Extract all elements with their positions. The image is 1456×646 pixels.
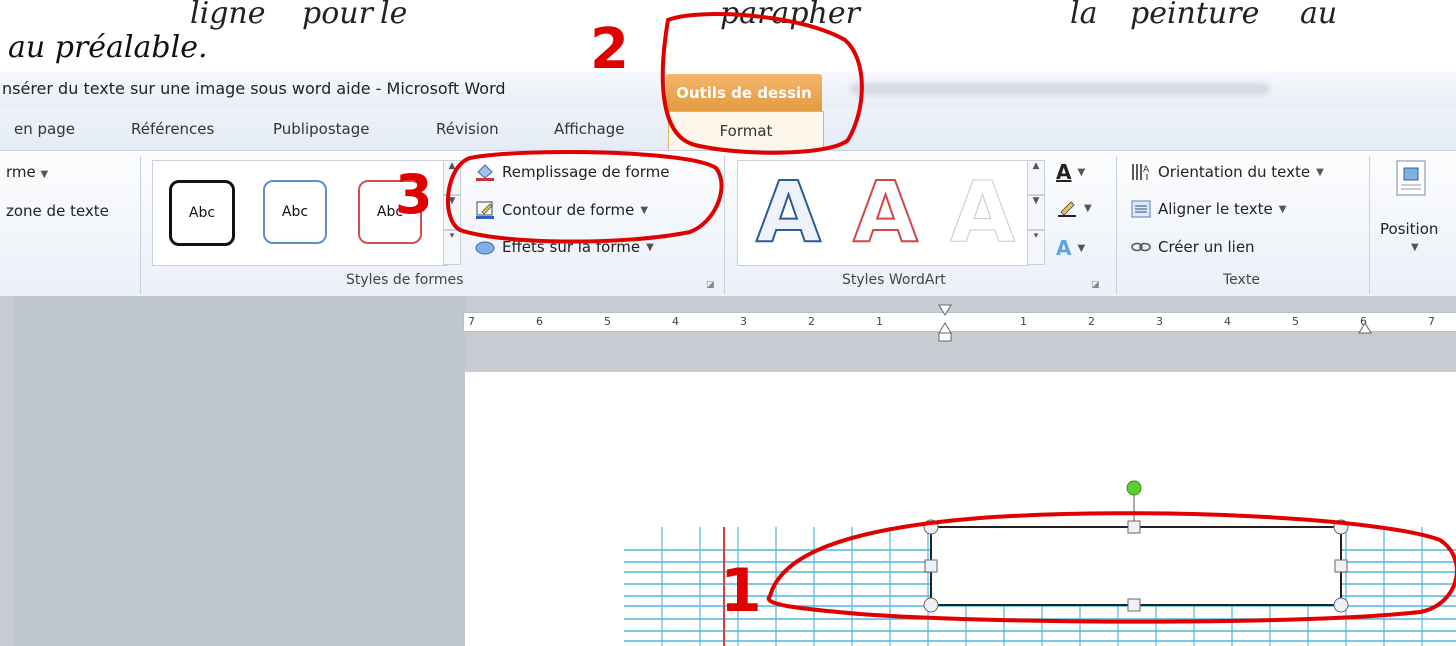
annotation-number-2: 2: [590, 17, 629, 82]
annotation-number-3: 3: [395, 163, 433, 226]
rotation-handle: [1126, 480, 1142, 496]
resize-handle-corner: [1333, 519, 1349, 535]
resize-handle-side: [1127, 598, 1141, 612]
annotation-number-1: 1: [720, 556, 762, 626]
resize-handle-corner: [923, 519, 939, 535]
resize-handle-side: [1127, 520, 1141, 534]
selection-layer: [923, 480, 1349, 613]
resize-handle-side: [1334, 559, 1348, 573]
resize-handle-corner: [923, 597, 939, 613]
text-box-shape: [930, 526, 1342, 606]
resize-handle-side: [924, 559, 938, 573]
resize-handle-corner: [1333, 597, 1349, 613]
